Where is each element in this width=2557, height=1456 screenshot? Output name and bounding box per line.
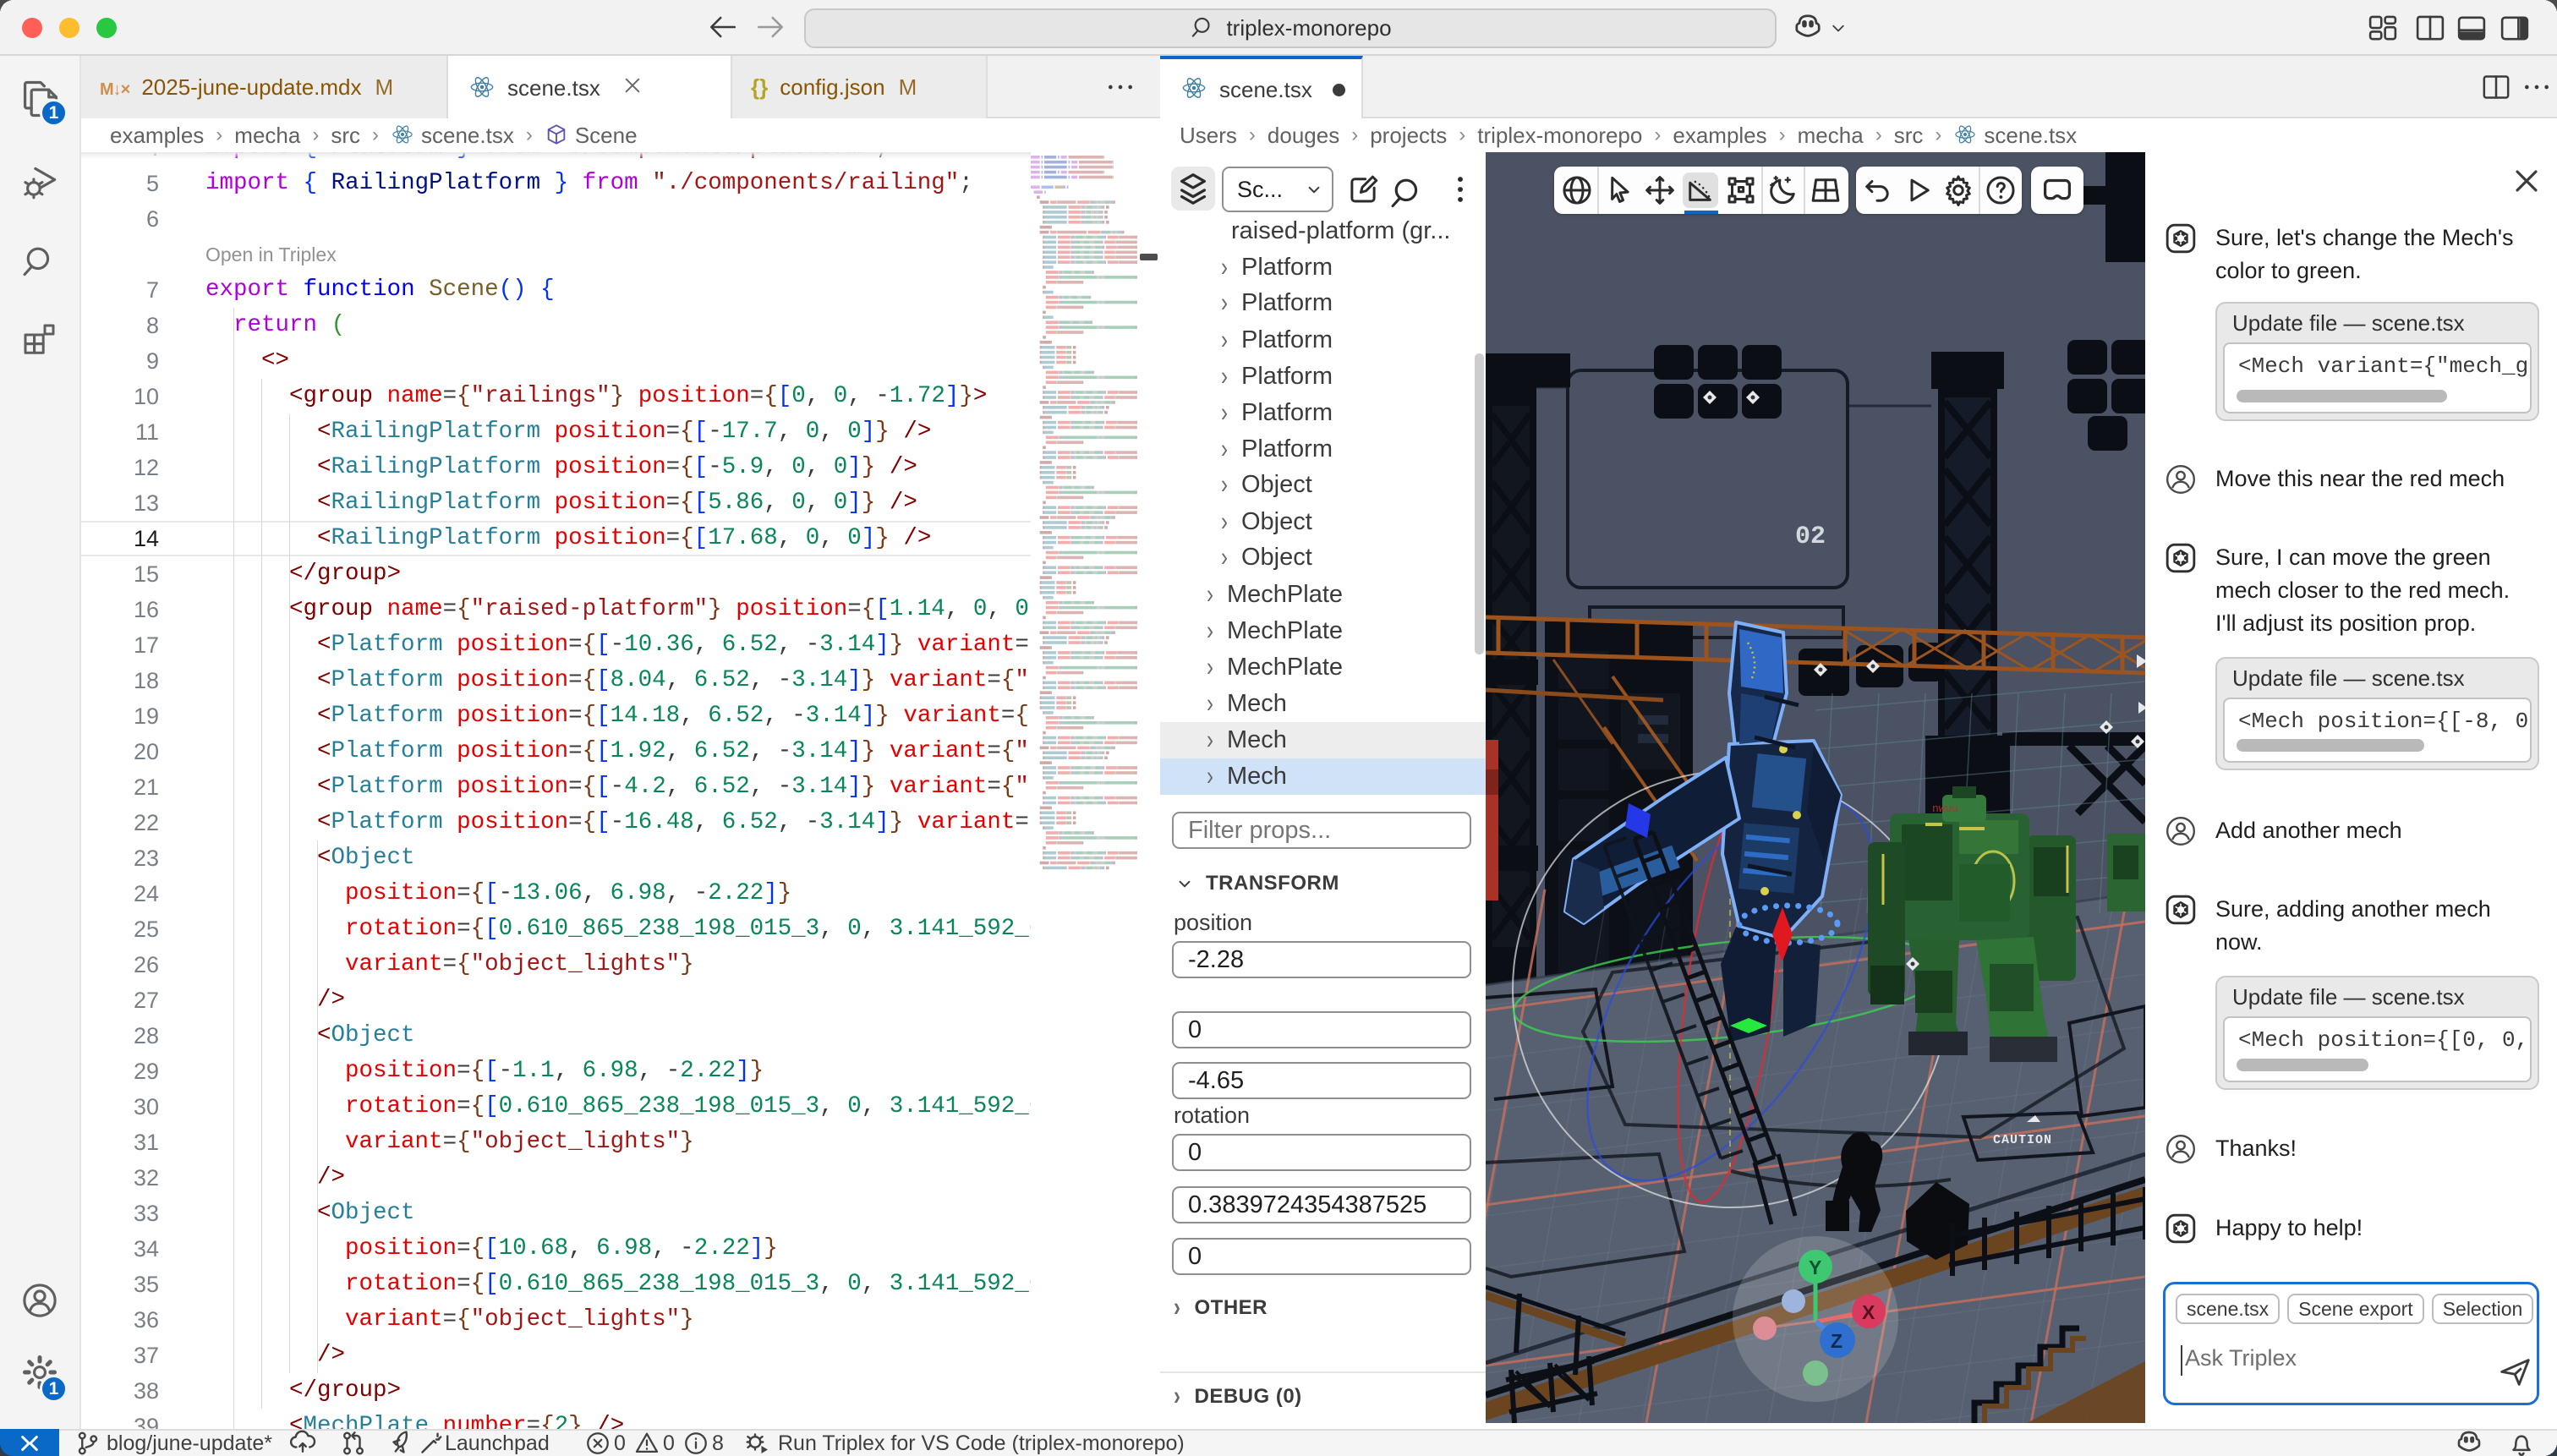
svg-text:02: 02 [1795, 523, 1826, 551]
svg-text:Y: Y [1809, 1256, 1821, 1278]
svg-text:nwuu: nwuu [1932, 802, 1958, 815]
svg-text:CAUTION: CAUTION [1993, 1133, 2052, 1147]
svg-text:X: X [1862, 1301, 1875, 1323]
svg-text:Z: Z [1831, 1330, 1842, 1352]
